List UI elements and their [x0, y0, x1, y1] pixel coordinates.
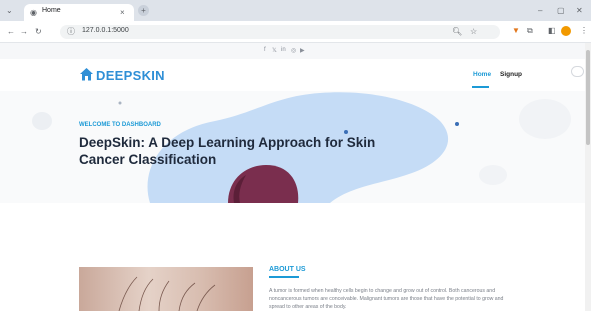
close-tab-icon[interactable]: ×: [120, 8, 125, 18]
bookmark-star-icon[interactable]: ☆: [470, 27, 477, 37]
extensions-puzzle-icon[interactable]: ⧉: [527, 26, 533, 36]
url-input[interactable]: ⓘ 127.0.0.1:5000 🔍︎ ☆: [60, 25, 500, 39]
about-paragraph: A tumor is formed when healthy cells beg…: [269, 288, 504, 310]
active-nav-indicator: [472, 86, 489, 88]
facebook-icon[interactable]: f: [264, 47, 266, 53]
address-bar: ← → ↻ ⓘ 127.0.0.1:5000 🔍︎ ☆ ▼ ⧉ ◧ ⋮: [0, 21, 591, 43]
menu-kebab-icon[interactable]: ⋮: [580, 26, 588, 36]
site-info-icon[interactable]: ⓘ: [67, 27, 75, 37]
extension-fox-icon[interactable]: ▼: [512, 26, 520, 36]
url-text: 127.0.0.1:5000: [82, 27, 129, 34]
home-logo-icon[interactable]: [79, 67, 94, 82]
globe-icon: ◉: [30, 8, 37, 17]
page-scrollbar-thumb[interactable]: [586, 50, 590, 145]
theme-toggle-button[interactable]: [571, 66, 584, 77]
reload-icon[interactable]: ↻: [35, 27, 42, 37]
back-icon[interactable]: ←: [7, 27, 15, 37]
sidebar-icon[interactable]: ◧: [548, 26, 556, 36]
about-heading: ABOUT US: [269, 266, 306, 273]
linkedin-icon[interactable]: in: [281, 47, 286, 53]
skin-hair-illustration: [118, 276, 216, 312]
twitter-icon[interactable]: 𝕏: [272, 47, 277, 54]
nav-signup-link[interactable]: Signup: [500, 71, 522, 78]
new-tab-button[interactable]: +: [138, 5, 149, 16]
about-heading-underline: [269, 276, 299, 278]
welcome-label: WELCOME TO DASHBOARD: [79, 122, 161, 128]
tab-search-icon[interactable]: ⌄: [6, 6, 13, 16]
tab-title: Home: [42, 7, 61, 14]
about-image: [79, 267, 253, 312]
social-bar: f 𝕏 in ◎ ▶: [0, 43, 591, 59]
close-window-button[interactable]: ✕: [576, 6, 583, 16]
logo-text[interactable]: DEEPSKIN: [96, 68, 165, 83]
hero-section: WELCOME TO DASHBOARD DeepSkin: A Deep Le…: [0, 91, 591, 203]
profile-avatar[interactable]: [561, 26, 571, 36]
forward-icon[interactable]: →: [20, 27, 28, 37]
zoom-icon[interactable]: 🔍︎: [452, 27, 462, 37]
youtube-icon[interactable]: ▶: [300, 47, 305, 54]
instagram-icon[interactable]: ◎: [291, 47, 296, 54]
nav-home-link[interactable]: Home: [473, 71, 491, 78]
hero-title: DeepSkin: A Deep Learning Approach for S…: [79, 135, 376, 167]
maximize-button[interactable]: ▢: [557, 6, 565, 16]
minimize-button[interactable]: –: [538, 6, 542, 16]
browser-tab-home[interactable]: ◉ Home ×: [24, 4, 134, 21]
site-navbar: DEEPSKIN Home Signup: [0, 59, 591, 91]
browser-tab-strip: ⌄ ◉ Home × + – ▢ ✕: [0, 0, 591, 21]
